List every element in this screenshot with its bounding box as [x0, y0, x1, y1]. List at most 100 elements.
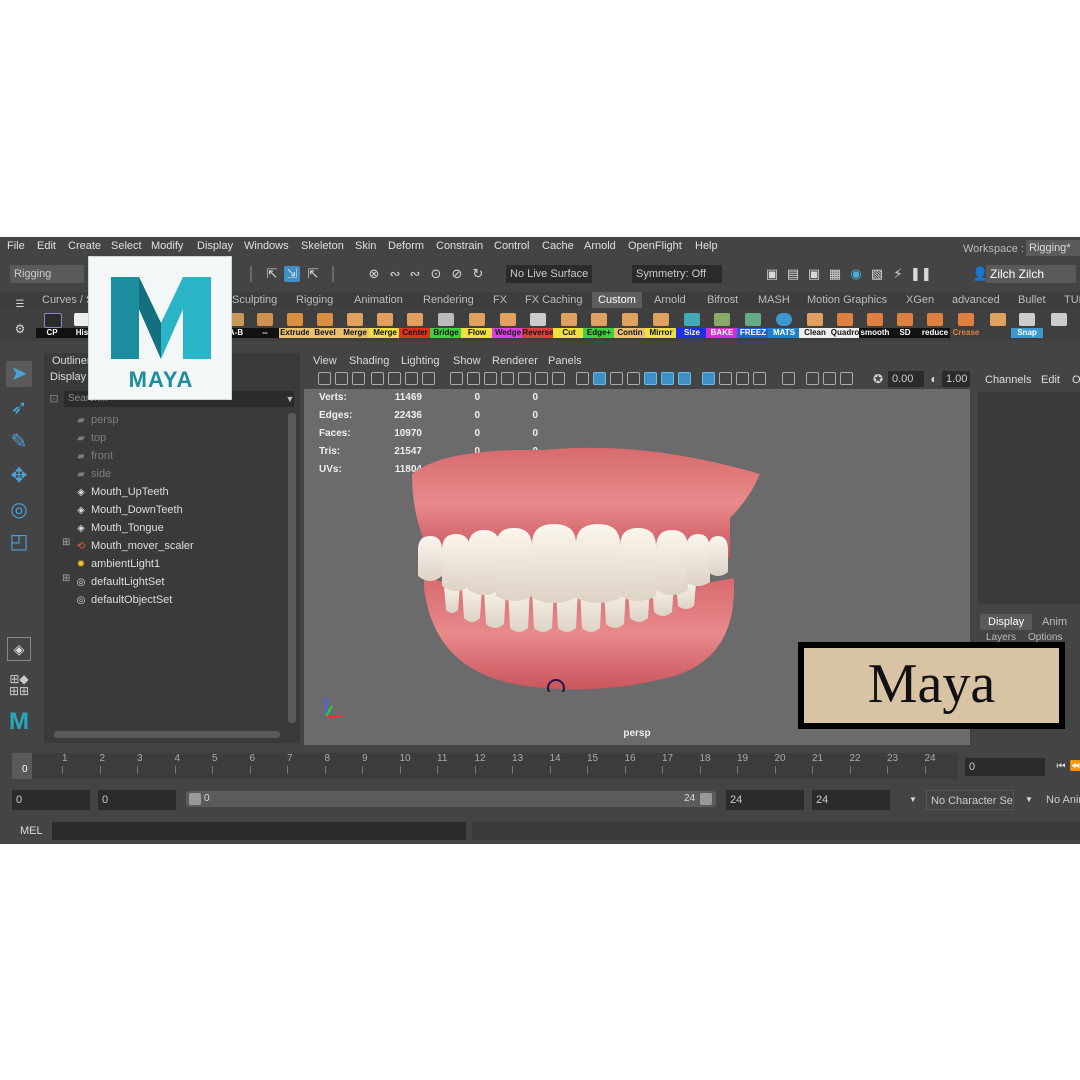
snap-curve-icon[interactable]: ∾ [387, 266, 403, 282]
bookmark-icon[interactable] [352, 372, 365, 385]
animation-end-field[interactable]: 24 [812, 790, 890, 810]
outliner-item-mouth-tongue[interactable]: ◈ Mouth_Tongue [74, 519, 164, 537]
paint-select-tool-icon[interactable]: ✎ [6, 429, 32, 455]
snap-live-icon[interactable]: ↻ [470, 266, 486, 282]
film-gate-icon[interactable] [450, 372, 463, 385]
outliner-vertical-scrollbar[interactable] [288, 413, 296, 723]
outliner-item-front[interactable]: ▰ front [74, 447, 113, 465]
range-slider-bar[interactable]: 0 24 [186, 791, 716, 807]
menu-skeleton[interactable]: Skeleton [301, 240, 344, 252]
resolution-gate-icon[interactable] [467, 372, 480, 385]
safe-title-icon[interactable] [535, 372, 548, 385]
shelf-tab-tur[interactable]: TUR [1064, 294, 1080, 306]
script-language-toggle[interactable]: MEL [20, 825, 43, 837]
range-end-handle[interactable] [700, 793, 712, 805]
menu-set-dropdown[interactable]: Rigging [10, 265, 84, 283]
shelf-button-size[interactable]: Size [676, 311, 708, 339]
xray-joints-icon[interactable] [736, 372, 749, 385]
render-settings-icon[interactable]: ▦ [827, 266, 843, 282]
viewport-menu-view[interactable]: View [313, 355, 337, 367]
xray-components-icon[interactable] [753, 372, 766, 385]
shelf-tab-fx-caching[interactable]: FX Caching [525, 294, 582, 306]
xray-icon[interactable] [719, 372, 732, 385]
chevron-down-icon[interactable]: ▼ [282, 391, 298, 407]
select-tool-icon[interactable]: ➤ [6, 361, 32, 387]
shelf-button-sd[interactable]: SD [889, 311, 921, 339]
shelf-button-wedge[interactable]: Wedge [492, 311, 524, 339]
gamma-field[interactable]: 1.00 [942, 371, 970, 387]
shelf-button-cp[interactable]: CP [36, 311, 68, 339]
layer-tab-anim[interactable]: Anim [1042, 616, 1067, 628]
shelf-tab-bifrost[interactable]: Bifrost [707, 294, 738, 306]
menu-help[interactable]: Help [695, 240, 718, 252]
snap-projected-icon[interactable]: ⊙ [428, 266, 444, 282]
shelf-button-extra[interactable] [1045, 311, 1073, 339]
layer-tab-display[interactable]: Display [980, 614, 1033, 630]
menu-display[interactable]: Display [197, 240, 233, 252]
exposure-field[interactable]: 0.00 [888, 371, 924, 387]
image-plane-icon[interactable] [371, 372, 384, 385]
animation-start-field[interactable]: 0 [12, 790, 90, 810]
menu-select[interactable]: Select [111, 240, 142, 252]
outliner-item-top[interactable]: ▰ top [74, 429, 106, 447]
isolate-select-icon[interactable] [702, 372, 715, 385]
shelf-menu-icon[interactable]: ☰ [12, 297, 28, 313]
time-slider[interactable]: 0 1 2 3 4 5 6 7 8 9 10 11 12 13 14 15 16 17 18 19 20 21 22 23 2… [0, 750, 1080, 782]
textured-icon[interactable] [627, 372, 640, 385]
render-view-icon[interactable]: ▧ [869, 266, 885, 282]
outliner-item-default-light-set[interactable]: ◎ defaultLightSet [74, 573, 165, 591]
user-account-dropdown[interactable]: Zilch Zilch [986, 265, 1076, 283]
shelf-tab-mash[interactable]: MASH [758, 294, 790, 306]
chevron-down-icon[interactable]: ▼ [1021, 792, 1037, 808]
character-set-dropdown[interactable]: No Character Set [926, 790, 1014, 810]
layout-presets-icon[interactable]: ⊞◆ ⊞⊞ [6, 673, 32, 701]
shelf-tab-sculpting[interactable]: Sculpting [232, 294, 277, 306]
shelf-button-center[interactable]: Center [399, 311, 431, 339]
move-tool-icon[interactable]: ✥ [6, 463, 32, 489]
shelf-button-mirror[interactable]: Mirror [645, 311, 677, 339]
expand-icon[interactable]: ⊞ [62, 537, 70, 548]
shelf-button-flow[interactable]: Flow [461, 311, 493, 339]
multisample-icon[interactable] [782, 372, 795, 385]
menu-openflight[interactable]: OpenFlight [628, 240, 682, 252]
field-chart-icon[interactable] [501, 372, 514, 385]
chevron-down-icon[interactable]: ▼ [905, 792, 921, 808]
go-to-start-icon[interactable]: ⏮ [1053, 759, 1069, 775]
shelf-button-bridge[interactable]: Bridge [430, 311, 462, 339]
shadows-icon[interactable] [661, 372, 674, 385]
safe-action-icon[interactable] [518, 372, 531, 385]
shelf-tab-motion-graphics[interactable]: Motion Graphics [807, 294, 887, 306]
shelf-button-crease[interactable]: Crease [950, 311, 982, 339]
anim-layer-dropdown[interactable]: No Anim [1042, 790, 1080, 810]
menu-arnold[interactable]: Arnold [584, 240, 616, 252]
channel-box-menu-channels[interactable]: Channels [985, 374, 1031, 386]
shelf-tab-rigging[interactable]: Rigging [296, 294, 333, 306]
shelf-tab-bullet[interactable]: Bullet [1018, 294, 1046, 306]
shelf-tab-arnold[interactable]: Arnold [654, 294, 686, 306]
smooth-shade-icon[interactable] [593, 372, 606, 385]
menu-create[interactable]: Create [68, 240, 101, 252]
shelf-button-dash[interactable]: -- [249, 311, 281, 339]
depth-of-field-icon[interactable] [840, 372, 853, 385]
viewport-menu-show[interactable]: Show [453, 355, 481, 367]
shelf-button-extrude[interactable]: Extrude [279, 311, 311, 339]
current-time-field[interactable]: 0 [965, 758, 1045, 776]
menu-modify[interactable]: Modify [151, 240, 183, 252]
outliner-item-persp[interactable]: ▰ persp [74, 411, 118, 429]
quick-layout-icon[interactable]: ◈ [7, 637, 31, 661]
shelf-button-merge-2[interactable]: Merge [369, 311, 401, 339]
shelf-button-edge-plus[interactable]: Edge+ [583, 311, 615, 339]
grid-toggle-icon[interactable] [422, 372, 435, 385]
outliner-item-mouth-mover-scaler[interactable]: ⟲ Mouth_mover_scaler [74, 537, 194, 555]
snap-grid-icon[interactable]: ⊗ [366, 266, 382, 282]
gate-mask-icon[interactable] [484, 372, 497, 385]
menu-control[interactable]: Control [494, 240, 529, 252]
ambient-occlusion-icon[interactable] [678, 372, 691, 385]
shelf-button-reverse[interactable]: Reverse [522, 311, 554, 339]
shelf-button-snap[interactable]: Snap [1011, 311, 1043, 339]
shelf-tab-advanced[interactable]: advanced [952, 294, 1000, 306]
2d-pan-zoom-icon[interactable] [405, 372, 418, 385]
wireframe-shaded-icon[interactable] [576, 372, 589, 385]
symmetry-dropdown[interactable]: Symmetry: Off [632, 265, 722, 283]
shelf-tab-fx[interactable]: FX [493, 294, 507, 306]
